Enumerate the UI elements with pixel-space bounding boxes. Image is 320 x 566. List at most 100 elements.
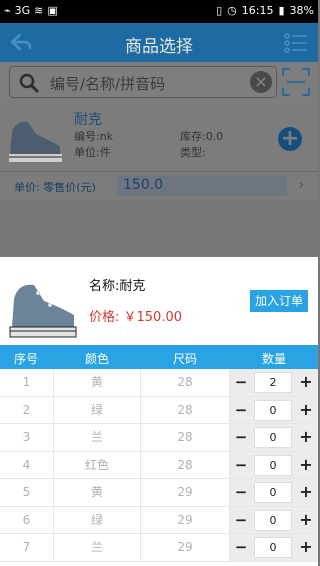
row-index: 7 bbox=[0, 534, 54, 561]
row-index: 5 bbox=[0, 479, 54, 506]
increment-button[interactable]: + bbox=[294, 452, 318, 479]
quantity-input[interactable]: 0 bbox=[254, 454, 292, 476]
col-color: 颜色 bbox=[84, 352, 110, 366]
app-header: 商品选择 bbox=[0, 23, 318, 62]
row-index: 2 bbox=[0, 396, 54, 423]
product-list-item[interactable]: 耐克 编号:nk 单位:件 库存:0.0 类型: + bbox=[0, 104, 318, 172]
decrement-button[interactable]: − bbox=[230, 424, 252, 451]
variant-table: 1 黄 28 − 2 + 2 绿 28 − 0 + 3 兰 28 − 0 + 4… bbox=[0, 369, 318, 562]
product-name: 耐克 bbox=[74, 112, 102, 128]
row-size: 29 bbox=[141, 506, 230, 533]
quantity-stepper: − 0 + bbox=[230, 451, 318, 479]
product-category: 类型: bbox=[180, 146, 206, 159]
price-label: 单价: 零售价(元) bbox=[14, 181, 96, 194]
product-code: 编号:nk bbox=[74, 130, 114, 143]
decrement-button[interactable]: − bbox=[230, 507, 252, 534]
row-color: 兰 bbox=[54, 424, 141, 451]
row-color: 绿 bbox=[54, 396, 141, 423]
row-color: 黄 bbox=[54, 479, 141, 506]
add-product-button[interactable]: + bbox=[278, 127, 302, 151]
quantity-stepper: − 0 + bbox=[230, 479, 318, 506]
product-unit: 单位:件 bbox=[74, 146, 111, 159]
decrement-button[interactable]: − bbox=[230, 534, 252, 561]
quantity-input[interactable]: 0 bbox=[254, 399, 292, 421]
usb-icon: ⌁ bbox=[4, 4, 11, 17]
row-index: 6 bbox=[0, 506, 54, 533]
search-placeholder: 编号/名称/拼音码 bbox=[50, 75, 166, 93]
row-size: 29 bbox=[141, 534, 230, 561]
row-color: 黄 bbox=[54, 369, 141, 396]
status-time: 16:15 bbox=[241, 4, 274, 17]
price-value: 150.0 bbox=[123, 177, 164, 193]
table-row: 6 绿 29 − 0 + bbox=[0, 506, 318, 534]
chevron-right-icon[interactable]: › bbox=[298, 177, 304, 193]
wifi-icon: ≋ bbox=[34, 4, 44, 17]
row-color: 绿 bbox=[54, 506, 141, 533]
quantity-input[interactable]: 0 bbox=[254, 427, 292, 448]
battery-icon: ▮ bbox=[278, 4, 285, 17]
increment-button[interactable]: + bbox=[294, 479, 318, 506]
decrement-button[interactable]: − bbox=[230, 479, 252, 506]
quantity-input[interactable]: 0 bbox=[254, 509, 292, 531]
row-color: 兰 bbox=[54, 534, 141, 561]
carrier-text: 3G bbox=[14, 4, 31, 17]
product-detail-sheet: 名称:耐克 价格: ￥150.00 加入订单 序号 颜色 尺码 数量 1 黄 2… bbox=[0, 257, 318, 566]
add-to-order-button[interactable]: 加入订单 bbox=[250, 290, 308, 312]
alarm-icon: ◷ bbox=[227, 4, 237, 17]
increment-button[interactable]: + bbox=[294, 369, 318, 396]
table-row: 7 兰 29 − 0 + bbox=[0, 534, 318, 562]
quantity-stepper: − 0 + bbox=[230, 396, 318, 424]
row-size: 28 bbox=[141, 424, 230, 451]
row-index: 1 bbox=[0, 369, 54, 396]
search-icon bbox=[19, 73, 39, 93]
product-thumbnail bbox=[9, 121, 62, 162]
price-input[interactable]: 150.0 bbox=[117, 176, 287, 196]
scan-icon[interactable] bbox=[282, 68, 310, 96]
decrement-button[interactable]: − bbox=[230, 397, 252, 424]
quantity-input[interactable]: 0 bbox=[254, 482, 292, 503]
table-row: 2 绿 28 − 0 + bbox=[0, 396, 318, 424]
quantity-input[interactable]: 2 bbox=[254, 372, 292, 393]
row-index: 3 bbox=[0, 424, 54, 451]
status-bar: ⌁ 3G ≋ ▣ ▯ ◷ 16:15 ▮ 38% bbox=[0, 0, 318, 23]
table-row: 5 黄 29 − 0 + bbox=[0, 479, 318, 507]
clear-icon[interactable]: × bbox=[250, 71, 272, 93]
table-header: 序号 颜色 尺码 数量 bbox=[0, 345, 318, 369]
product-name-line: 名称:耐克 bbox=[89, 279, 146, 294]
row-size: 29 bbox=[141, 479, 230, 506]
vibrate-icon: ▯ bbox=[216, 4, 223, 17]
overlay-backdrop[interactable] bbox=[0, 200, 318, 257]
decrement-button[interactable]: − bbox=[230, 369, 252, 396]
quantity-stepper: − 0 + bbox=[230, 424, 318, 451]
increment-button[interactable]: + bbox=[294, 424, 318, 451]
increment-button[interactable]: + bbox=[294, 507, 318, 534]
increment-button[interactable]: + bbox=[294, 534, 318, 561]
list-menu-icon[interactable] bbox=[284, 30, 308, 56]
quantity-stepper: − 2 + bbox=[230, 369, 318, 396]
price-row: 单价: 零售价(元) 150.0 › bbox=[0, 172, 318, 200]
quantity-stepper: − 0 + bbox=[230, 534, 318, 561]
search-input[interactable]: 编号/名称/拼音码 × bbox=[9, 66, 277, 98]
quantity-stepper: − 0 + bbox=[230, 506, 318, 534]
search-bar: 编号/名称/拼音码 × bbox=[0, 62, 318, 104]
quantity-input[interactable]: 0 bbox=[254, 537, 292, 558]
col-quantity: 数量 bbox=[261, 352, 287, 366]
decrement-button[interactable]: − bbox=[230, 452, 252, 479]
table-row: 1 黄 28 − 2 + bbox=[0, 369, 318, 397]
row-size: 28 bbox=[141, 396, 230, 423]
image-icon: ▣ bbox=[47, 4, 58, 17]
row-color: 红色 bbox=[54, 451, 141, 478]
page-title: 商品选择 bbox=[125, 37, 193, 57]
col-index: 序号 bbox=[13, 352, 39, 366]
row-size: 28 bbox=[141, 451, 230, 478]
product-stock: 库存:0.0 bbox=[180, 130, 224, 143]
battery-percent: 38% bbox=[289, 4, 314, 17]
increment-button[interactable]: + bbox=[294, 397, 318, 424]
product-image bbox=[9, 284, 77, 338]
col-size: 尺码 bbox=[172, 352, 198, 366]
product-price-line: 价格: ￥150.00 bbox=[89, 310, 182, 325]
table-row: 3 兰 28 − 0 + bbox=[0, 424, 318, 452]
row-index: 4 bbox=[0, 451, 54, 478]
row-size: 28 bbox=[141, 369, 230, 396]
table-row: 4 红色 28 − 0 + bbox=[0, 451, 318, 479]
